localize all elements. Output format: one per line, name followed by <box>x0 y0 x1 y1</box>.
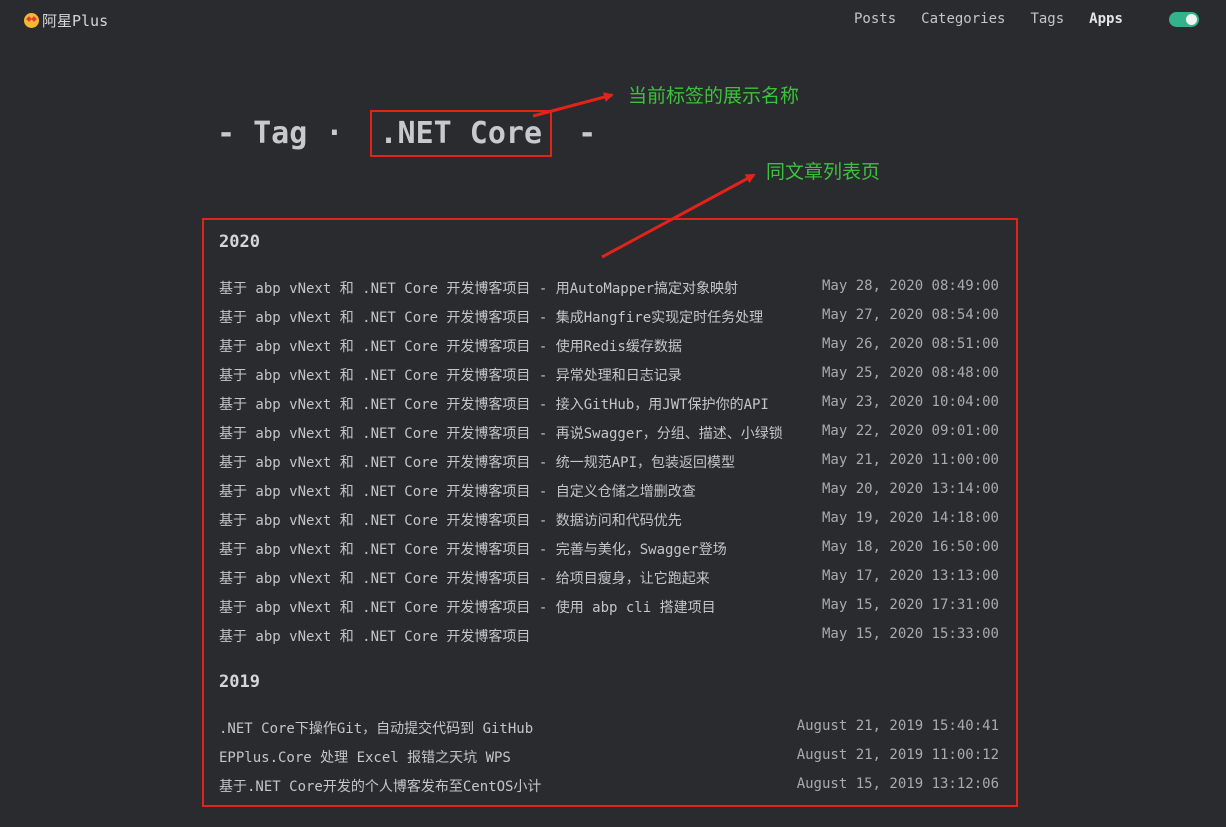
post-date: May 15, 2020 17:31:00 <box>821 597 999 613</box>
post-archive-list: 2020 基于 abp vNext 和 .NET Core 开发博客项目 - 用A… <box>202 218 1018 807</box>
post-row: 基于 abp vNext 和 .NET Core 开发博客项目 - 自定义仓储之… <box>219 481 999 503</box>
post-date: May 19, 2020 14:18:00 <box>821 510 999 526</box>
post-title-link[interactable]: 基于 abp vNext 和 .NET Core 开发博客项目 - 异常处理和日… <box>219 365 682 387</box>
post-title-link[interactable]: 基于 abp vNext 和 .NET Core 开发博客项目 - 完善与美化，… <box>219 539 727 561</box>
post-title-link[interactable]: 基于 abp vNext 和 .NET Core 开发博客项目 - 使用 abp… <box>219 597 716 619</box>
post-row: 基于 abp vNext 和 .NET Core 开发博客项目 - 统一规范AP… <box>219 452 999 474</box>
year-heading: 2019 <box>219 672 260 692</box>
post-title-link[interactable]: 基于 abp vNext 和 .NET Core 开发博客项目 - 接入GitH… <box>219 394 769 416</box>
post-title-link[interactable]: 基于 abp vNext 和 .NET Core 开发博客项目 <box>219 626 530 648</box>
post-title-link[interactable]: 基于 abp vNext 和 .NET Core 开发博客项目 - 统一规范AP… <box>219 452 735 474</box>
post-row: 基于 abp vNext 和 .NET Core 开发博客项目 - 给项目瘦身，… <box>219 568 999 590</box>
post-title-link[interactable]: 基于 abp vNext 和 .NET Core 开发博客项目 - 用AutoM… <box>219 278 738 300</box>
post-row: 基于 abp vNext 和 .NET Core 开发博客项目 - 用AutoM… <box>219 278 999 300</box>
post-date: May 20, 2020 13:14:00 <box>821 481 999 497</box>
post-row: 基于 abp vNext 和 .NET Core 开发博客项目 May 15, 2… <box>219 626 999 648</box>
post-date: August 21, 2019 11:00:12 <box>796 747 999 763</box>
post-date: May 27, 2020 08:54:00 <box>821 307 999 323</box>
post-row: 基于 abp vNext 和 .NET Core 开发博客项目 - 完善与美化，… <box>219 539 999 561</box>
post-title-link[interactable]: 基于 abp vNext 和 .NET Core 开发博客项目 - 集成Hang… <box>219 307 763 329</box>
post-title-link[interactable]: .NET Core下操作Git，自动提交代码到 GitHub <box>219 718 533 740</box>
post-row: 基于 abp vNext 和 .NET Core 开发博客项目 - 数据访问和代… <box>219 510 999 532</box>
post-row: EPPlus.Core 处理 Excel 报错之天坑 WPS August 21,… <box>219 747 999 769</box>
post-row: .NET Core下操作Git，自动提交代码到 GitHub August 21,… <box>219 718 999 740</box>
post-row: 基于 abp vNext 和 .NET Core 开发博客项目 - 异常处理和日… <box>219 365 999 387</box>
post-date: May 25, 2020 08:48:00 <box>821 365 999 381</box>
post-row: 基于 abp vNext 和 .NET Core 开发博客项目 - 集成Hang… <box>219 307 999 329</box>
post-date: May 15, 2020 15:33:00 <box>821 626 999 642</box>
post-date: May 17, 2020 13:13:00 <box>821 568 999 584</box>
post-row: 基于.NET Core开发的个人博客发布至CentOS小计 August 15, … <box>219 776 999 798</box>
post-date: August 21, 2019 15:40:41 <box>796 718 999 734</box>
post-date: May 28, 2020 08:49:00 <box>821 278 999 294</box>
post-date: May 22, 2020 09:01:00 <box>821 423 999 439</box>
post-title-link[interactable]: 基于.NET Core开发的个人博客发布至CentOS小计 <box>219 776 541 798</box>
post-date: May 21, 2020 11:00:00 <box>821 452 999 468</box>
post-row: 基于 abp vNext 和 .NET Core 开发博客项目 - 使用Redi… <box>219 336 999 358</box>
year-heading: 2020 <box>219 232 260 252</box>
post-title-link[interactable]: 基于 abp vNext 和 .NET Core 开发博客项目 - 再说Swag… <box>219 423 783 445</box>
arrow-to-tag-name <box>532 92 614 118</box>
post-date: May 23, 2020 10:04:00 <box>821 394 999 410</box>
post-row: 基于 abp vNext 和 .NET Core 开发博客项目 - 使用 abp… <box>219 597 999 619</box>
post-title-link[interactable]: 基于 abp vNext 和 .NET Core 开发博客项目 - 自定义仓储之… <box>219 481 696 503</box>
post-title-link[interactable]: 基于 abp vNext 和 .NET Core 开发博客项目 - 使用Redi… <box>219 336 682 358</box>
post-title-link[interactable]: 基于 abp vNext 和 .NET Core 开发博客项目 - 给项目瘦身，… <box>219 568 710 590</box>
post-row: 基于 abp vNext 和 .NET Core 开发博客项目 - 接入GitH… <box>219 394 999 416</box>
post-row: 基于 abp vNext 和 .NET Core 开发博客项目 - 再说Swag… <box>219 423 999 445</box>
post-title-link[interactable]: 基于 abp vNext 和 .NET Core 开发博客项目 - 数据访问和代… <box>219 510 682 532</box>
post-date: May 26, 2020 08:51:00 <box>821 336 999 352</box>
post-date: August 15, 2019 13:12:06 <box>796 776 999 792</box>
post-title-link[interactable]: EPPlus.Core 处理 Excel 报错之天坑 WPS <box>219 747 511 769</box>
post-date: May 18, 2020 16:50:00 <box>821 539 999 555</box>
